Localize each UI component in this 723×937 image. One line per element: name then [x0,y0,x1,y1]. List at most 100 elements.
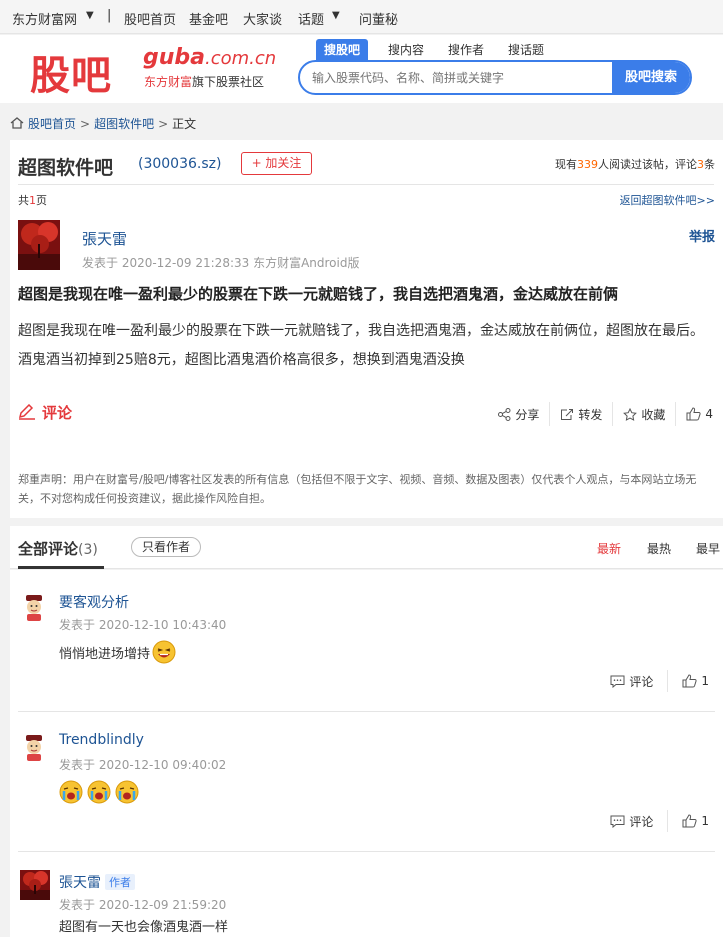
search-box: 股吧搜索 [298,60,692,95]
comment-link-label: 评论 [42,404,73,422]
logo-domain-suffix: .com.cn [205,48,277,69]
breadcrumb-separator: > [80,117,91,131]
top-nav-fund-bar[interactable]: 基金吧 [189,9,228,28]
sort-newest[interactable]: 最新 [597,540,621,557]
comment-time: 发表于 2020-12-10 10:43:40 [59,618,227,632]
post-meta: 发表于 2020-12-09 21:28:33 东方财富Android版 [82,256,360,270]
only-author-button[interactable]: 只看作者 [131,537,201,557]
comment-time: 发表于 2020-12-09 21:59:20 [59,898,227,912]
star-icon [623,407,638,421]
author-badge: 作者 [105,874,135,890]
comment-author[interactable]: Trendblindly [59,732,144,748]
like-count: 1 [701,674,709,688]
favorite-button[interactable]: 收藏 [612,402,675,426]
logo-sub-brand: 东方财富 [144,75,193,89]
sort-hottest[interactable]: 最热 [647,540,671,557]
site-header: 股吧 guba.com.cn 东方财富旗下股票社区 搜股吧 搜内容 搜作者 搜话… [0,35,723,103]
divider: | [107,8,112,23]
home-icon[interactable] [10,117,24,129]
avatar[interactable] [22,594,46,622]
stock-code[interactable]: (300036.sz) [138,156,221,172]
pencil-icon [18,403,35,420]
comment-item: 要客观分析 发表于 2020-12-10 10:43:40 悄悄地进场增持 评论… [10,570,723,710]
reply-button[interactable]: 评论 [596,670,667,692]
logo-domain: guba.com.cn [143,45,276,70]
reader-count: 339 [577,158,598,171]
search-input[interactable] [312,68,602,88]
comment-author: 張天雷 作者 [59,872,135,892]
logo-sub-rest: 旗下股票社区 [192,75,265,89]
breadcrumb-separator: > [158,117,169,131]
active-tab-underline [18,566,104,569]
breadcrumb-home[interactable]: 股吧首页 [28,117,76,131]
comment-icon [610,815,625,828]
share-icon [498,407,511,421]
top-nav-discussion[interactable]: 大家谈 [243,9,282,28]
comment-text [59,780,139,804]
search-button[interactable]: 股吧搜索 [612,62,690,93]
comment-link[interactable]: 评论 [18,402,72,423]
avatar[interactable] [18,220,60,270]
reply-button[interactable]: 评论 [596,810,667,832]
forward-label: 转发 [578,407,603,422]
reply-label: 评论 [629,814,654,829]
crying-emoji-icon [87,780,111,804]
comment-time: 发表于 2020-12-10 09:40:02 [59,758,227,772]
share-button[interactable]: 分享 [488,402,549,426]
disclaimer: 郑重声明：用户在财富号/股吧/博客社区发表的所有信息（包括但不限于文字、视频、音… [18,473,697,505]
back-to-bar-link[interactable]: 返回超图软件吧>> [620,192,715,208]
like-count: 1 [701,814,709,828]
comments-title[interactable]: 全部评论(3) [18,538,98,559]
report-button[interactable]: 举报 [689,226,715,245]
like-button[interactable]: 1 [667,670,723,692]
tab-search-content[interactable]: 搜内容 [380,39,432,61]
sort-oldest[interactable]: 最早 [696,540,720,557]
like-button[interactable]: 1 [667,810,723,832]
top-nav-ask-secretary[interactable]: 问董秘 [359,9,398,28]
avatar[interactable] [22,734,46,762]
breadcrumb-bar[interactable]: 超图软件吧 [94,117,154,131]
comment-icon [610,675,625,688]
top-nav-guba-home[interactable]: 股吧首页 [124,9,176,28]
comments-title-label: 全部评论 [18,540,79,558]
chevron-down-icon[interactable]: ▼ [86,10,94,21]
comment-count: 3 [697,158,704,171]
crying-emoji-icon [115,780,139,804]
comment-author-name[interactable]: 張天雷 [59,875,101,891]
comment-item: Trendblindly 发表于 2020-12-10 09:40:02 评论 … [10,710,723,850]
post-actions: 分享 转发 收藏 4 [488,402,723,426]
post-author[interactable]: 張天雷 [82,228,127,249]
comments-total: (3) [78,542,98,558]
logo[interactable]: 股吧 [30,43,112,101]
laughing-emoji-icon [152,640,176,664]
top-nav-topics[interactable]: 话题 [298,9,324,28]
comment-text: 悄悄地进场增持 [59,640,176,664]
top-nav-bar: 东方财富网 ▼ | 股吧首页 基金吧 大家谈 话题 ▼ 问董秘 [0,0,723,34]
page-prefix: 共 [18,194,29,207]
comment-text: 超图有一天也会像酒鬼酒一样 [59,920,229,935]
forward-icon [561,408,574,420]
logo-domain-main: guba [143,45,206,70]
tab-search-bar[interactable]: 搜股吧 [316,39,369,61]
post-panel: 超图软件吧 (300036.sz) + 加关注 现有339人阅读过该帖，评论3条… [10,140,723,518]
like-button[interactable]: 4 [675,402,723,426]
tab-search-author[interactable]: 搜作者 [440,39,492,61]
tab-search-topic[interactable]: 搜话题 [500,39,552,61]
comments-header: 全部评论(3) 只看作者 最新 最热 最早 [10,526,723,569]
avatar[interactable] [20,870,50,900]
page-count: 共1页 [18,192,47,208]
post-title: 超图是我现在唯一盈利最少的股票在下跌一元就赔钱了，我自选把酒鬼酒，金达威放在前俩 [18,285,619,303]
comment-actions: 评论 1 [596,670,723,692]
forward-button[interactable]: 转发 [549,402,612,426]
logo-subtitle: 东方财富旗下股票社区 [144,73,264,90]
divider [18,184,714,185]
page-suffix: 页 [36,194,47,207]
chevron-down-icon[interactable]: ▼ [332,10,340,21]
bar-title[interactable]: 超图软件吧 [18,153,113,180]
thumbs-up-icon [682,674,697,688]
top-nav-site[interactable]: 东方财富网 [12,9,77,28]
comment-author[interactable]: 要客观分析 [59,592,129,612]
comment-text-content: 悄悄地进场增持 [59,646,151,662]
like-count: 4 [705,407,713,421]
follow-button[interactable]: + 加关注 [241,152,312,175]
